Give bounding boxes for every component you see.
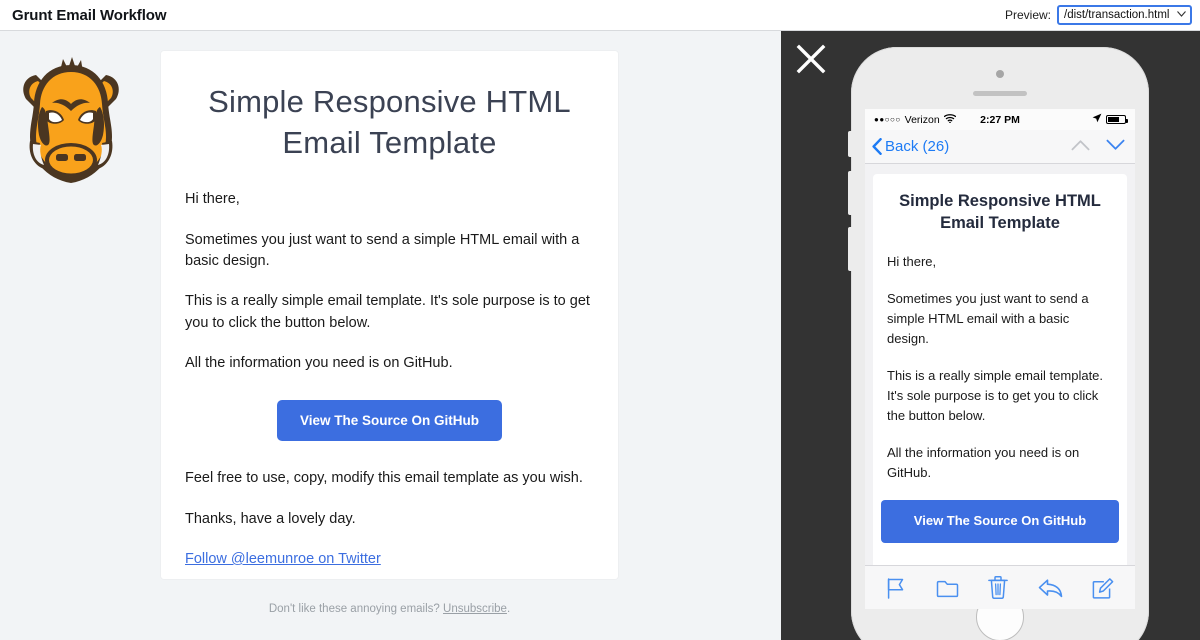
chevron-left-icon xyxy=(872,138,882,155)
preview-file-select-wrapper[interactable]: /dist/transaction.html xyxy=(1057,5,1192,25)
mobile-email-title: Simple Responsive HTML Email Template xyxy=(899,192,1101,233)
mobile-preview-pane: ●●○○○ Verizon 2:27 PM Back (26) Simple R… xyxy=(781,31,1200,640)
footer-text: Don't like these annoying emails? xyxy=(268,603,444,615)
phone-volume-up-button xyxy=(848,171,852,215)
compose-icon[interactable] xyxy=(1092,577,1114,599)
mail-nav-bar: Back (26) xyxy=(865,130,1135,164)
signal-strength-icon: ●●○○○ xyxy=(874,115,901,124)
mobile-view-source-on-github-button[interactable]: View The Source On GitHub xyxy=(881,500,1119,543)
email-footer: Don't like these annoying emails? Unsubs… xyxy=(161,603,618,615)
mail-message-body[interactable]: Simple Responsive HTML Email Template Hi… xyxy=(865,164,1135,577)
email-paragraph-3: All the information you need is on GitHu… xyxy=(185,355,453,371)
message-nav-arrows xyxy=(1071,138,1125,156)
folder-icon[interactable] xyxy=(936,578,959,598)
email-cta-row: View The Source On GitHub xyxy=(185,400,594,442)
desktop-preview-pane: Simple Responsive HTML Email Template Hi… xyxy=(0,31,781,640)
status-bar-left: ●●○○○ Verizon xyxy=(874,114,980,126)
phone-speaker xyxy=(973,91,1027,96)
status-bar-time: 2:27 PM xyxy=(980,113,1020,126)
email-paragraph-greeting: Hi there, xyxy=(185,191,240,208)
reply-icon[interactable] xyxy=(1038,578,1063,598)
phone-screen: ●●○○○ Verizon 2:27 PM Back (26) Simple R… xyxy=(865,109,1135,609)
phone-mute-switch xyxy=(848,131,852,157)
footer-period: . xyxy=(506,603,511,615)
email-twitter-row: Follow @leemunroe on Twitter xyxy=(185,549,594,570)
twitter-follow-link[interactable]: Follow @leemunroe on Twitter xyxy=(185,551,381,567)
back-button[interactable]: Back (26) xyxy=(872,138,949,155)
page-title: Grunt Email Workflow xyxy=(12,6,167,24)
back-button-label: Back (26) xyxy=(885,138,950,155)
view-source-on-github-button[interactable]: View The Source On GitHub xyxy=(276,400,503,442)
iphone-mockup: ●●○○○ Verizon 2:27 PM Back (26) Simple R… xyxy=(848,47,1149,640)
preview-label: Preview: xyxy=(1004,8,1051,22)
email-preview-card: Simple Responsive HTML Email Template Hi… xyxy=(161,51,618,579)
location-arrow-icon xyxy=(1092,113,1102,126)
chevron-up-icon[interactable] xyxy=(1071,138,1090,156)
email-title: Simple Responsive HTML Email Template xyxy=(208,84,571,161)
email-paragraph-1: Sometimes you just want to send a simple… xyxy=(185,231,580,270)
status-bar-right xyxy=(1020,113,1128,126)
close-icon[interactable] xyxy=(795,43,827,75)
wifi-icon xyxy=(943,113,956,126)
mobile-paragraph-2: This is a really simple email template. … xyxy=(887,367,1104,423)
chevron-down-icon[interactable] xyxy=(1106,138,1125,156)
mobile-paragraph-greeting: Hi there, xyxy=(887,253,937,269)
email-paragraph-5: Thanks, have a lovely day. xyxy=(185,510,356,527)
email-paragraph-4: Feel free to use, copy, modify this emai… xyxy=(185,470,583,487)
ios-status-bar: ●●○○○ Verizon 2:27 PM xyxy=(865,109,1135,130)
carrier-name: Verizon xyxy=(904,113,940,126)
trash-icon[interactable] xyxy=(988,576,1009,599)
flag-icon[interactable] xyxy=(886,577,907,599)
mail-action-toolbar xyxy=(865,565,1135,609)
unsubscribe-link[interactable]: Unsubscribe xyxy=(443,603,507,615)
preview-file-select[interactable]: /dist/transaction.html xyxy=(1057,5,1192,25)
battery-icon xyxy=(1106,115,1128,124)
app-header: Grunt Email Workflow Preview: /dist/tran… xyxy=(0,0,1200,31)
mobile-paragraph-1: Sometimes you just want to send a simple… xyxy=(887,290,1089,346)
mobile-email-card: Simple Responsive HTML Email Template Hi… xyxy=(873,174,1127,577)
grunt-warthog-logo-icon xyxy=(16,55,126,195)
phone-camera-icon xyxy=(996,70,1004,78)
mobile-paragraph-3: All the information you need is on GitHu… xyxy=(887,444,1080,480)
email-paragraph-2: This is a really simple email template. … xyxy=(185,293,590,331)
email-body: Hi there, Sometimes you just want to sen… xyxy=(161,189,618,570)
preview-controls: Preview: /dist/transaction.html xyxy=(1005,5,1192,25)
phone-volume-down-button xyxy=(848,227,852,271)
